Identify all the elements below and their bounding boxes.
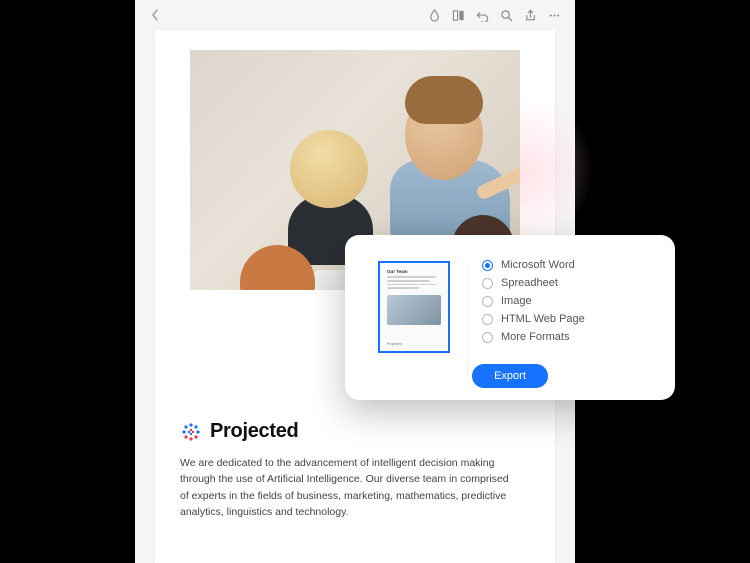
undo-icon [476,9,489,22]
thumbnail-footer: Projected [387,342,402,346]
radio-icon [482,278,493,289]
export-button[interactable]: Export [472,364,548,388]
radio-icon [482,296,493,307]
share-icon [524,9,537,22]
panels-tool-button[interactable] [447,4,469,26]
export-thumbnail[interactable]: Our Team Projected [378,261,450,353]
search-tool-button[interactable] [495,4,517,26]
document-body-text: We are dedicated to the advancement of i… [180,455,510,520]
share-tool-button[interactable] [519,4,541,26]
option-label: Spreadheet [501,277,558,289]
back-button[interactable] [145,5,165,25]
brand-name: Projected [210,420,298,443]
export-option-image[interactable]: Image [482,295,657,307]
brand-row: Projected [180,420,530,443]
radio-icon [482,260,493,271]
export-option-html[interactable]: HTML Web Page [482,313,657,325]
brand-logo-icon [180,421,202,443]
thumbnail-title: Our Team [387,269,441,274]
color-tool-button[interactable] [423,4,445,26]
chevron-left-icon [150,8,160,22]
export-option-word[interactable]: Microsoft Word [482,259,657,271]
option-label: HTML Web Page [501,313,585,325]
export-option-spreadsheet[interactable]: Spreadheet [482,277,657,289]
radio-icon [482,332,493,343]
option-label: Microsoft Word [501,259,575,271]
radio-icon [482,314,493,325]
more-icon [548,9,561,22]
top-toolbar [135,0,575,30]
export-panel: Our Team Projected Microsoft Word Spread… [345,235,675,400]
more-tool-button[interactable] [543,4,565,26]
drop-icon [428,9,441,22]
export-option-more[interactable]: More Formats [482,331,657,343]
panel-divider [467,263,468,378]
option-label: Image [501,295,532,307]
undo-tool-button[interactable] [471,4,493,26]
panels-icon [452,9,465,22]
search-icon [500,9,513,22]
option-label: More Formats [501,331,569,343]
